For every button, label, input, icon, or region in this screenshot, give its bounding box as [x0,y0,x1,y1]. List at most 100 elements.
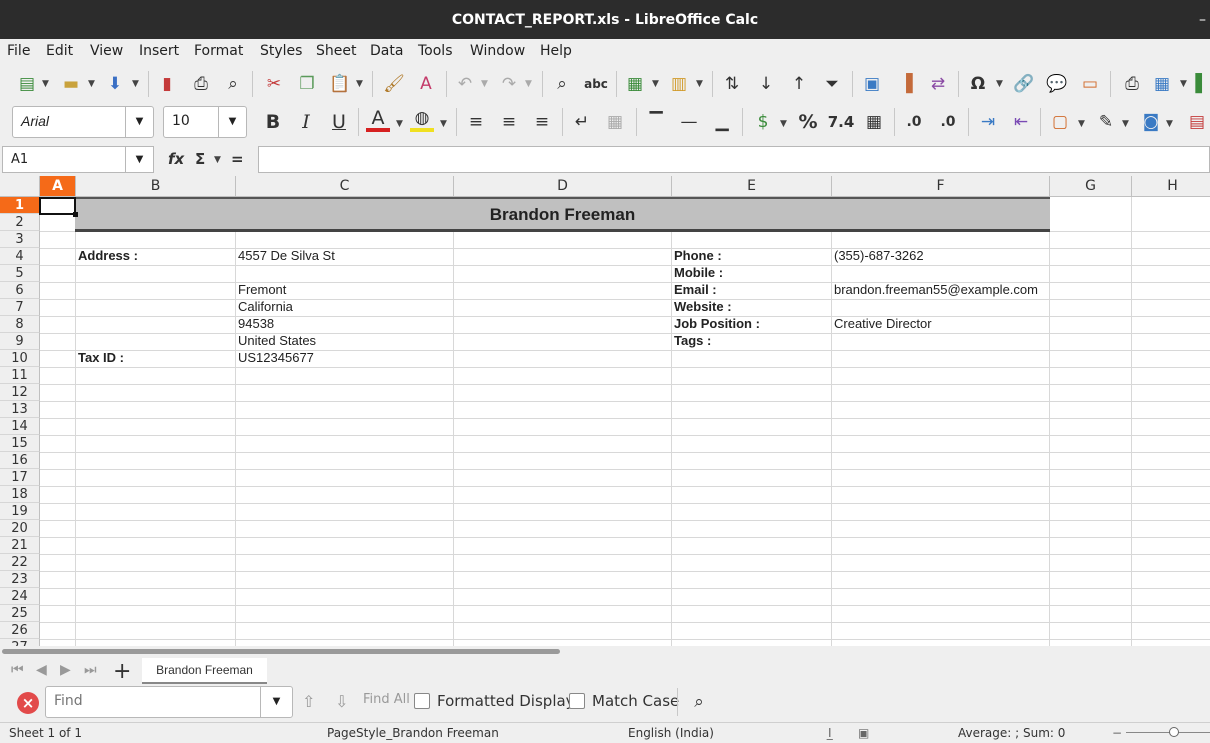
redo-dropdown-icon[interactable]: ▼ [525,79,532,89]
page-style[interactable]: PageStyle_Brandon Freeman [327,726,499,740]
split-window-icon[interactable]: ▌ [1194,73,1210,95]
special-character-icon[interactable]: Ω [966,73,990,95]
menu-edit[interactable]: Edit [46,43,73,59]
font-name-value[interactable]: Arial [21,113,49,129]
address-label[interactable]: Address : [76,247,234,264]
increase-indent-icon[interactable]: ⇥ [976,110,1000,134]
menu-help[interactable]: Help [540,43,572,59]
font-name-box[interactable]: Arial ▼ [12,106,154,138]
column-header-g[interactable]: G [1050,176,1132,197]
add-sheet-button[interactable]: + [113,659,131,684]
find-all-button[interactable]: Find All [363,692,410,707]
insert-chart-icon[interactable]: ▐ [894,73,918,95]
select-all-corner[interactable] [0,176,40,197]
row-header[interactable]: 8 [0,316,40,333]
language[interactable]: English (India) [628,726,714,740]
menu-insert[interactable]: Insert [139,43,179,59]
copy-icon[interactable]: ❐ [296,73,318,95]
contact-name-title[interactable]: Brandon Freeman [75,197,1050,232]
spelling-icon[interactable]: abc [583,73,609,95]
merge-cells-icon[interactable]: ▦ [603,110,627,134]
row-header[interactable]: 4 [0,248,40,265]
formatted-display-checkbox[interactable] [414,693,430,709]
zoom-slider[interactable] [1126,732,1210,733]
phone-label[interactable]: Phone : [672,247,830,264]
autofilter-icon[interactable]: ⏷ [820,73,844,95]
selection-summary[interactable]: Average: ; Sum: 0 [958,726,1065,740]
row-header[interactable]: 27 [0,639,40,646]
selection-mode-icon[interactable]: ▣ [858,726,869,740]
row-header[interactable]: 25 [0,605,40,622]
function-wizard-icon[interactable]: fx [168,150,184,168]
match-case-label[interactable]: Match Case [592,692,679,710]
borders-dropdown-icon[interactable]: ▼ [1078,119,1085,129]
mobile-label[interactable]: Mobile : [672,264,830,281]
row-header[interactable]: 22 [0,554,40,571]
currency-icon[interactable]: $ [750,110,776,134]
print-icon[interactable]: ⎙ [189,73,213,95]
row-header[interactable]: 14 [0,418,40,435]
tax-id-label[interactable]: Tax ID : [76,349,234,366]
sort-icon[interactable]: ⇅ [720,73,744,95]
row-header[interactable]: 21 [0,537,40,554]
minimize-button[interactable]: – [1199,0,1206,40]
fill-handle[interactable] [73,212,78,217]
menu-data[interactable]: Data [370,43,403,59]
tax-id-cell[interactable]: US12345677 [236,349,452,366]
previous-sheet-icon[interactable]: ◀ [36,662,47,678]
print-preview-icon[interactable]: ⌕ [222,73,244,95]
align-right-icon[interactable]: ≡ [530,110,554,134]
row-icon[interactable]: ▦ [622,73,648,95]
row-header[interactable]: 10 [0,350,40,367]
find-next-icon[interactable]: ⇩ [335,692,348,711]
job-position-label[interactable]: Job Position : [672,315,830,332]
freeze-dropdown-icon[interactable]: ▼ [1180,79,1187,89]
phone-cell[interactable]: (355)-687-3262 [832,247,1048,264]
formula-icon[interactable]: = [231,150,244,168]
align-center-icon[interactable]: ≡ [497,110,521,134]
bold-icon[interactable]: B [261,110,285,134]
column-header-h[interactable]: H [1132,176,1210,197]
center-vertically-icon[interactable]: — [677,110,701,134]
website-label[interactable]: Website : [672,298,830,315]
align-left-icon[interactable]: ≡ [464,110,488,134]
highlight-color-icon[interactable]: ◍ [410,108,434,132]
paste-icon[interactable]: 📋 [328,73,352,95]
currency-dropdown-icon[interactable]: ▼ [780,119,787,129]
row-header[interactable]: 18 [0,486,40,503]
menu-window[interactable]: Window [470,43,525,59]
pivot-table-icon[interactable]: ⇄ [926,73,950,95]
border-color-dropdown-icon[interactable]: ▼ [1166,119,1173,129]
email-label[interactable]: Email : [672,281,830,298]
define-print-area-icon[interactable]: ⎙ [1120,73,1144,95]
row-header[interactable]: 16 [0,452,40,469]
email-cell[interactable]: brandon.freeman55@example.com [832,281,1048,298]
clone-formatting-icon[interactable]: 🖌 [382,73,406,95]
row-header[interactable]: 15 [0,435,40,452]
comment-icon[interactable]: 💬 [1045,73,1069,95]
save-dropdown-icon[interactable]: ▼ [132,79,139,89]
new-document-icon[interactable]: ▤ [15,73,39,95]
undo-dropdown-icon[interactable]: ▼ [481,79,488,89]
save-icon[interactable]: ⬇ [104,73,126,95]
row-header[interactable]: 5 [0,265,40,282]
align-bottom-icon[interactable]: ▁ [710,110,734,134]
conditional-format-icon[interactable]: ▤ [1186,110,1208,134]
match-case-checkbox[interactable] [569,693,585,709]
find-previous-icon[interactable]: ⇧ [302,692,315,711]
menu-tools[interactable]: Tools [418,43,453,59]
border-style-icon[interactable]: ✎ [1094,110,1118,134]
row-header[interactable]: 12 [0,384,40,401]
next-sheet-icon[interactable]: ▶ [60,662,71,678]
row-header[interactable]: 2 [0,214,40,231]
tags-label[interactable]: Tags : [672,332,830,349]
first-sheet-icon[interactable]: ⏮ [11,662,24,678]
state-cell[interactable]: California [236,298,452,315]
column-header-b[interactable]: B [76,176,236,197]
sort-ascending-icon[interactable]: ↓ [754,73,778,95]
sort-descending-icon[interactable]: ↑ [787,73,811,95]
column-header-d[interactable]: D [454,176,672,197]
font-color-icon[interactable]: A [366,107,390,132]
insert-image-icon[interactable]: ▣ [860,73,884,95]
italic-icon[interactable]: I [294,110,318,134]
